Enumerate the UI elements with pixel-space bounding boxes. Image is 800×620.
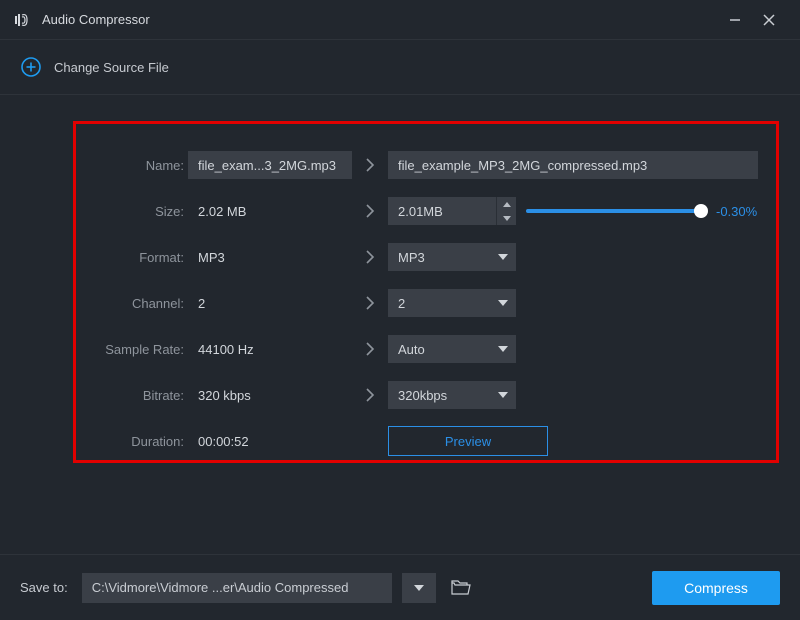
size-step-down[interactable] bbox=[497, 211, 516, 225]
chevron-down-icon bbox=[498, 346, 508, 352]
chevron-down-icon bbox=[498, 254, 508, 260]
bitrate-label: Bitrate: bbox=[88, 388, 188, 403]
chevron-down-icon bbox=[498, 300, 508, 306]
name-source-value: file_exam...3_2MG.mp3 bbox=[188, 151, 352, 179]
size-step-up[interactable] bbox=[497, 197, 516, 211]
format-source-value: MP3 bbox=[188, 243, 352, 271]
size-output-value: 2.01MB bbox=[388, 204, 496, 219]
sample-rate-dropdown[interactable]: Auto bbox=[388, 335, 516, 363]
format-dropdown-value: MP3 bbox=[398, 250, 498, 265]
minimize-button[interactable] bbox=[718, 5, 752, 35]
open-folder-button[interactable] bbox=[446, 573, 476, 603]
row-format: Format: MP3 MP3 bbox=[88, 234, 764, 280]
size-output-spinner[interactable]: 2.01MB bbox=[388, 197, 516, 225]
preview-button[interactable]: Preview bbox=[388, 426, 548, 456]
sample-rate-label: Sample Rate: bbox=[88, 342, 188, 357]
row-size: Size: 2.02 MB 2.01MB -0.30% bbox=[88, 188, 764, 234]
size-percent: -0.30% bbox=[716, 204, 757, 219]
row-duration: Duration: 00:00:52 Preview bbox=[88, 418, 764, 464]
change-source-row: Change Source File bbox=[0, 40, 800, 95]
name-output-field[interactable]: file_example_MP3_2MG_compressed.mp3 bbox=[388, 151, 758, 179]
bitrate-dropdown-value: 320kbps bbox=[398, 388, 498, 403]
size-slider[interactable] bbox=[526, 209, 702, 213]
row-bitrate: Bitrate: 320 kbps 320kbps bbox=[88, 372, 764, 418]
channel-dropdown-value: 2 bbox=[398, 296, 498, 311]
bitrate-dropdown[interactable]: 320kbps bbox=[388, 381, 516, 409]
arrow-icon bbox=[352, 295, 388, 311]
channel-dropdown[interactable]: 2 bbox=[388, 289, 516, 317]
compress-button[interactable]: Compress bbox=[652, 571, 780, 605]
save-path-dropdown-button[interactable] bbox=[402, 573, 436, 603]
arrow-icon bbox=[352, 203, 388, 219]
arrow-icon bbox=[352, 157, 388, 173]
name-label: Name: bbox=[88, 158, 188, 173]
app-title: Audio Compressor bbox=[42, 12, 150, 27]
channel-source-value: 2 bbox=[188, 289, 352, 317]
add-source-icon[interactable] bbox=[20, 56, 42, 78]
size-source-value: 2.02 MB bbox=[188, 197, 352, 225]
close-button[interactable] bbox=[752, 5, 786, 35]
folder-icon bbox=[451, 580, 471, 596]
save-to-label: Save to: bbox=[20, 580, 68, 595]
app-logo-icon bbox=[14, 11, 32, 29]
sample-rate-dropdown-value: Auto bbox=[398, 342, 498, 357]
change-source-label[interactable]: Change Source File bbox=[54, 60, 169, 75]
titlebar: Audio Compressor bbox=[0, 0, 800, 40]
row-sample-rate: Sample Rate: 44100 Hz Auto bbox=[88, 326, 764, 372]
arrow-icon bbox=[352, 387, 388, 403]
chevron-down-icon bbox=[414, 585, 424, 591]
arrow-icon bbox=[352, 249, 388, 265]
sample-rate-source-value: 44100 Hz bbox=[188, 335, 352, 363]
chevron-down-icon bbox=[498, 392, 508, 398]
duration-value: 00:00:52 bbox=[188, 427, 352, 455]
format-dropdown[interactable]: MP3 bbox=[388, 243, 516, 271]
bottom-bar: Save to: C:\Vidmore\Vidmore ...er\Audio … bbox=[0, 554, 800, 620]
settings-panel: Name: file_exam...3_2MG.mp3 file_example… bbox=[73, 121, 779, 463]
row-name: Name: file_exam...3_2MG.mp3 file_example… bbox=[88, 142, 764, 188]
format-label: Format: bbox=[88, 250, 188, 265]
size-label: Size: bbox=[88, 204, 188, 219]
channel-label: Channel: bbox=[88, 296, 188, 311]
arrow-icon bbox=[352, 341, 388, 357]
bitrate-source-value: 320 kbps bbox=[188, 381, 352, 409]
save-path-field[interactable]: C:\Vidmore\Vidmore ...er\Audio Compresse… bbox=[82, 573, 392, 603]
row-channel: Channel: 2 2 bbox=[88, 280, 764, 326]
duration-label: Duration: bbox=[88, 434, 188, 449]
size-slider-thumb[interactable] bbox=[694, 204, 708, 218]
